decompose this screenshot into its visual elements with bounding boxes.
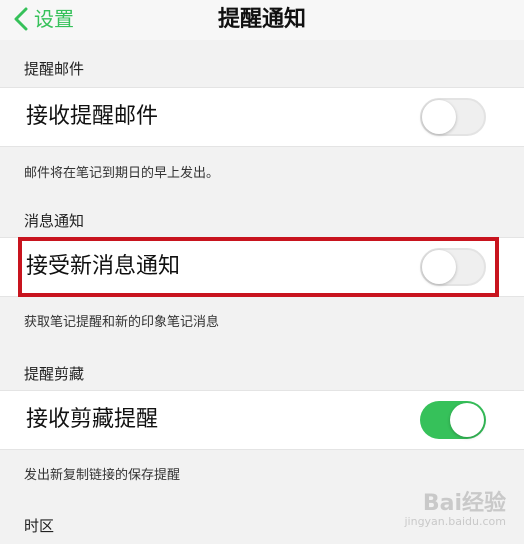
toggle-knob: [422, 250, 456, 284]
row-label: 接受新消息通知: [26, 254, 181, 279]
reminder-email-toggle[interactable]: [420, 98, 486, 136]
row-accept-new-message-notice: 接受新消息通知: [0, 237, 524, 297]
section-header-message-notice: 消息通知: [24, 212, 85, 230]
toggle-knob: [450, 403, 484, 437]
page-title: 提醒通知: [217, 7, 306, 32]
toggle-knob: [422, 100, 456, 134]
watermark-url: jingyan.baidu.com: [404, 515, 506, 528]
row-label: 接收剪藏提醒: [26, 407, 159, 432]
watermark-logo: Bai经验: [422, 491, 506, 516]
navigation-bar: 设置 提醒通知: [0, 0, 524, 40]
row-label: 接收提醒邮件: [26, 104, 159, 129]
clip-reminder-toggle[interactable]: [420, 401, 486, 439]
watermark: Bai经验 jingyan.baidu.com: [404, 492, 506, 528]
section-header-clip-reminder: 提醒剪藏: [24, 365, 85, 383]
row-receive-reminder-email: 接收提醒邮件: [0, 87, 524, 147]
clip-reminder-footnote: 发出新复制链接的保存提醒: [24, 468, 181, 483]
reminder-email-footnote: 邮件将在笔记到期日的早上发出。: [24, 166, 220, 181]
section-header-reminder-email: 提醒邮件: [24, 60, 85, 78]
row-receive-clip-reminder: 接收剪藏提醒: [0, 390, 524, 450]
section-header-timezone: 时区: [24, 517, 55, 535]
message-notice-footnote: 获取笔记提醒和新的印象笔记消息: [24, 315, 220, 330]
message-notice-toggle[interactable]: [420, 248, 486, 286]
